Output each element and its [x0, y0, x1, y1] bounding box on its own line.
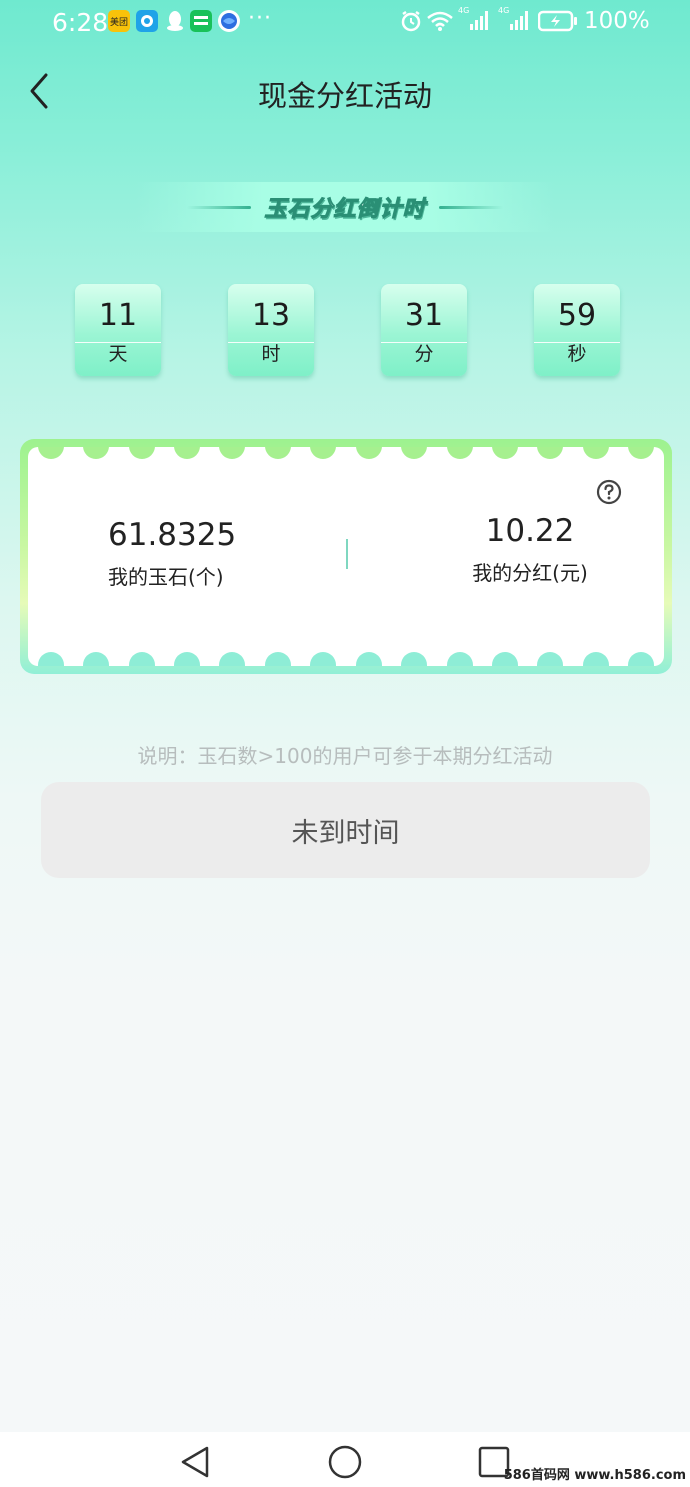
qq-app-icon	[164, 10, 186, 32]
page-title: 现金分红活动	[257, 79, 432, 113]
countdown-value: 11	[98, 298, 138, 333]
countdown-value: 13	[251, 298, 291, 333]
page-header: 现金分红活动	[0, 55, 690, 130]
countdown-value: 59	[557, 298, 597, 333]
banner-decoration-left	[187, 206, 251, 209]
alarm-icon	[400, 10, 422, 36]
nav-back-button[interactable]	[175, 1442, 215, 1482]
countdown-hours: 13 时	[228, 284, 314, 376]
stat-divider	[346, 539, 348, 569]
help-icon[interactable]	[596, 479, 622, 505]
not-yet-time-button[interactable]: 未到时间	[41, 782, 650, 878]
browser-app-icon	[218, 10, 240, 32]
stats-card: 61.8325 我的玉石(个) 10.22 我的分红(元)	[20, 439, 672, 674]
signal-icon-2: 4G	[496, 6, 532, 34]
battery-percent: 100%	[584, 8, 650, 34]
card-scallop-top	[28, 447, 664, 461]
jade-stat: 61.8325 我的玉石(个)	[108, 517, 236, 590]
countdown-unit: 分	[414, 343, 434, 365]
countdown-minutes: 31 分	[381, 284, 467, 376]
stats-card-inner: 61.8325 我的玉石(个) 10.22 我的分红(元)	[28, 447, 664, 666]
wifi-icon	[426, 10, 454, 36]
countdown-banner-title: 玉石分红倒计时	[264, 197, 426, 223]
bonus-stat: 10.22 我的分红(元)	[468, 513, 592, 586]
watermark: 586首码网 www.h586.com	[503, 1468, 686, 1483]
battery-icon	[537, 10, 578, 36]
status-bar: 6:28 美团 ··· 4G 4G 100%	[0, 0, 690, 44]
triangle-back-icon	[181, 1446, 209, 1478]
banner-decoration-right	[439, 206, 503, 209]
meituan-app-icon: 美团	[108, 10, 130, 32]
bonus-label: 我的分红(元)	[472, 561, 588, 585]
circle-home-icon	[328, 1445, 362, 1479]
jade-label: 我的玉石(个)	[108, 565, 224, 589]
countdown-seconds: 59 秒	[534, 284, 620, 376]
countdown-value: 31	[404, 298, 444, 333]
countdown-unit: 时	[261, 343, 281, 365]
signal-icon-1: 4G	[456, 6, 492, 34]
status-time: 6:28	[52, 8, 109, 37]
nav-home-button[interactable]	[325, 1442, 365, 1482]
jade-value: 61.8325	[108, 517, 237, 553]
countdown-unit: 天	[108, 343, 128, 365]
system-nav-bar: 586首码网 www.h586.com	[0, 1432, 690, 1487]
eligibility-note: 说明：玉石数>100的用户可参于本期分红活动	[137, 744, 553, 768]
iqiyi-app-icon	[190, 10, 212, 32]
card-scallop-bottom	[28, 652, 664, 666]
bonus-value: 10.22	[485, 513, 575, 549]
countdown-days: 11 天	[75, 284, 161, 376]
countdown-banner: 玉石分红倒计时	[135, 182, 555, 232]
messenger-app-icon	[136, 10, 158, 32]
more-notifications-icon: ···	[248, 6, 272, 31]
countdown-unit: 秒	[567, 343, 587, 365]
